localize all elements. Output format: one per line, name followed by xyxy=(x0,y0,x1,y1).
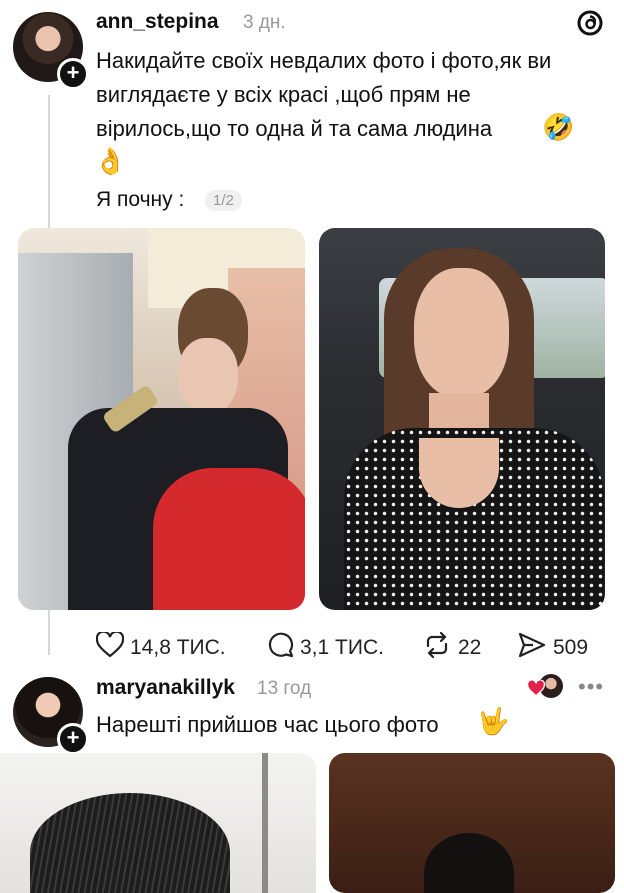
threads-logo-icon[interactable] xyxy=(575,8,605,38)
post1-photo-1[interactable] xyxy=(18,228,305,610)
post1-username[interactable]: ann_stepina xyxy=(96,10,219,34)
ok-hand-emoji: 👌 xyxy=(94,146,127,176)
page-badge: 1/2 xyxy=(205,190,242,211)
like-count: 14,8 ТИС. xyxy=(130,636,226,659)
post1-time: 3 дн. xyxy=(243,12,286,33)
post2-time: 13 год xyxy=(257,678,312,699)
laugh-emoji: 🤣 xyxy=(542,112,575,142)
share-count: 509 xyxy=(553,636,589,659)
comment-button[interactable]: 3,1 ТИС. xyxy=(266,632,384,664)
heart-icon xyxy=(95,630,125,664)
post2-photo-2[interactable] xyxy=(329,753,615,893)
repost-icon xyxy=(422,631,452,664)
rock-hand-emoji: 🤟 xyxy=(477,706,510,736)
more-dots-icon[interactable]: ••• xyxy=(578,674,604,700)
comment-icon xyxy=(266,632,294,664)
post1-text: Накидайте своїх невдалих фото і фото,як … xyxy=(96,48,552,141)
post1-follow-button[interactable]: + xyxy=(57,58,89,90)
heart-badge-icon xyxy=(526,679,546,702)
repost-button[interactable]: 22 xyxy=(422,631,482,664)
post1-photo-2[interactable] xyxy=(319,228,605,610)
liked-by-indicator[interactable] xyxy=(526,674,563,702)
post2-username[interactable]: maryanakillyk xyxy=(96,676,235,700)
repost-count: 22 xyxy=(458,636,482,659)
comment-count: 3,1 ТИС. xyxy=(300,636,384,659)
share-button[interactable]: 509 xyxy=(517,632,588,664)
post2-text: Нарешті прийшов час цього фото xyxy=(96,712,439,737)
post2-follow-button[interactable]: + xyxy=(57,723,89,755)
like-button[interactable]: 14,8 ТИС. xyxy=(95,630,226,664)
post2-photo-1[interactable] xyxy=(0,753,316,893)
send-icon xyxy=(517,632,547,664)
post1-subtext: Я почну : xyxy=(96,188,185,211)
